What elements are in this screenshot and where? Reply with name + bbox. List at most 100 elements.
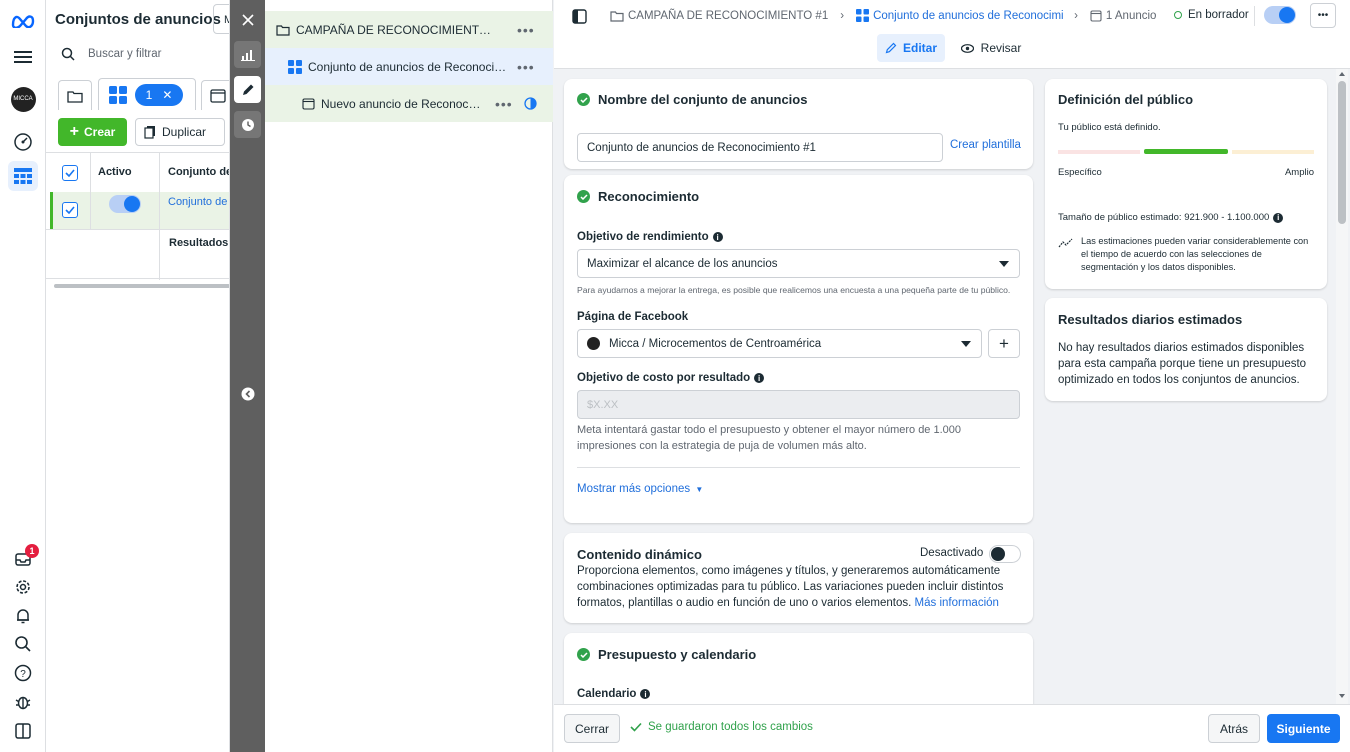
menu-icon[interactable] <box>8 42 38 72</box>
performance-goal-select[interactable]: Maximizar el alcance de los anuncios <box>577 249 1020 278</box>
tree-item-adset[interactable]: Conjunto de anuncios de Reconocimie... •… <box>265 48 553 85</box>
folder-icon <box>610 10 624 22</box>
panel-toggle-icon[interactable] <box>8 716 38 746</box>
editor-topbar: CAMPAÑA DE RECONOCIMIENTO #1 › Conjunto … <box>554 0 1350 69</box>
folder-icon <box>276 24 290 36</box>
duplicate-button[interactable]: Duplicar <box>135 118 225 146</box>
row-active-toggle[interactable] <box>109 195 141 213</box>
edit-mode-button[interactable]: Editar <box>877 34 945 62</box>
duplicate-icon <box>144 126 155 139</box>
svg-text:?: ? <box>20 669 26 680</box>
survey-note: Para ayudarnos a mejorar la entrega, es … <box>577 285 1011 295</box>
row-adset-name[interactable]: Conjunto de <box>168 196 227 208</box>
cost-goal-note: Meta intentará gastar todo el presupuest… <box>577 424 962 452</box>
tree-item-ad[interactable]: Nuevo anuncio de Reconocim... ••• <box>265 85 553 122</box>
adset-name-title: Nombre del conjunto de anuncios <box>598 92 808 107</box>
cost-goal-text: Objetivo de costo por resultado <box>577 372 751 384</box>
edit-pencil-icon[interactable] <box>234 76 261 103</box>
table-row[interactable]: Conjunto de <box>50 192 229 229</box>
card-title: Reconocimiento <box>577 189 699 204</box>
audience-subtitle: Tu público está definido. <box>1058 122 1161 133</box>
account-avatar[interactable]: MICCA <box>8 84 38 114</box>
gauge-icon[interactable] <box>8 127 38 157</box>
info-icon[interactable]: i <box>712 232 723 242</box>
adset-name-input[interactable]: Conjunto de anuncios de Reconocimiento #… <box>577 133 943 162</box>
structure-tree: CAMPAÑA DE RECONOCIMIENTO #1 ••• Conjunt… <box>265 0 553 752</box>
close-button[interactable]: Cerrar <box>564 714 620 743</box>
bell-icon[interactable] <box>8 601 38 631</box>
meta-logo-icon[interactable] <box>8 6 38 36</box>
daily-results-card: Resultados diarios estimados No hay resu… <box>1045 298 1327 401</box>
budget-title: Presupuesto y calendario <box>598 647 757 662</box>
gear-icon[interactable] <box>8 572 38 602</box>
search-input[interactable]: Buscar y filtrar <box>88 48 162 60</box>
row-checkbox[interactable] <box>62 202 78 218</box>
avatar-text: MICCA <box>10 86 36 112</box>
close-editor-icon[interactable] <box>234 6 261 33</box>
card-title: Presupuesto y calendario <box>577 647 756 662</box>
ads-manager-table-icon[interactable] <box>8 161 38 191</box>
back-button[interactable]: Atrás <box>1208 714 1260 743</box>
view-selector[interactable]: M <box>213 4 229 34</box>
sidebar-toggle-icon[interactable] <box>571 8 587 24</box>
show-more-options-link[interactable]: Mostrar más opciones ▼ <box>577 483 703 495</box>
create-template-link[interactable]: Crear plantilla <box>950 139 1021 151</box>
draft-status-icon <box>524 97 537 110</box>
adset-grid-icon <box>856 9 870 22</box>
breadcrumb-ad[interactable]: 1 Anuncio <box>1106 10 1157 22</box>
search-bar[interactable]: Buscar y filtrar <box>46 40 229 68</box>
meter-broad-label: Amplio <box>1284 167 1314 178</box>
tree-campaign-label: CAMPAÑA DE RECONOCIMIENTO #1 <box>296 22 496 37</box>
create-label: Crear <box>83 125 116 139</box>
estimated-audience-size: Tamaño de público estimado: 921.900 - 1.… <box>1058 212 1284 223</box>
add-page-button[interactable]: + <box>988 329 1020 358</box>
selected-filter-chip[interactable]: 1 ✕ <box>135 83 183 106</box>
notifications-inbox-icon[interactable]: 1 <box>8 543 39 573</box>
horizontal-scrollbar[interactable] <box>54 284 229 288</box>
vertical-scrollbar[interactable] <box>1336 69 1348 704</box>
info-icon[interactable]: i <box>754 373 765 383</box>
create-button[interactable]: + Crear <box>58 118 127 146</box>
adset-grid-icon <box>109 85 127 104</box>
tab-campaigns[interactable] <box>58 80 92 110</box>
tree-item-campaign[interactable]: CAMPAÑA DE RECONOCIMIENTO #1 ••• <box>265 11 553 48</box>
audience-meter <box>1058 149 1314 155</box>
scrollbar-thumb[interactable] <box>1338 81 1346 224</box>
adset-active-toggle[interactable] <box>1264 6 1296 24</box>
chart-icon[interactable] <box>234 41 261 68</box>
more-options-button[interactable]: ••• <box>1310 3 1336 28</box>
cost-goal-input[interactable]: $X.XX <box>577 390 1020 419</box>
search-icon <box>61 47 75 61</box>
info-icon[interactable]: i <box>640 689 651 699</box>
scroll-down-icon[interactable] <box>1339 694 1345 698</box>
tab-adsets[interactable]: 1 ✕ <box>98 78 196 110</box>
next-button[interactable]: Siguiente <box>1267 714 1340 743</box>
more-options-icon[interactable]: ••• <box>517 59 535 75</box>
review-mode-button[interactable]: Revisar <box>957 34 1025 62</box>
facebook-page-select[interactable]: Micca / Microcementos de Centroamérica <box>577 329 982 358</box>
info-icon[interactable]: i <box>1273 212 1284 223</box>
breadcrumb-campaign[interactable]: CAMPAÑA DE RECONOCIMIENTO #1 <box>628 10 828 22</box>
status-badge: En borrador <box>1174 9 1249 21</box>
tab-ads[interactable] <box>201 80 229 110</box>
collapse-panel-icon[interactable] <box>234 380 261 407</box>
search-icon[interactable] <box>8 629 38 659</box>
breadcrumb-adset[interactable]: Conjunto de anuncios de Reconocimie <box>873 10 1064 22</box>
more-options-icon[interactable]: ••• <box>495 96 513 112</box>
editor-scroll-area: Nombre del conjunto de anuncios Conjunto… <box>554 69 1350 704</box>
audience-definition-card: Definición del público Tu público está d… <box>1045 79 1327 289</box>
chevron-down-icon <box>999 261 1009 267</box>
help-icon[interactable]: ? <box>8 658 38 688</box>
results-label: Resultados <box>169 237 229 249</box>
bug-icon[interactable] <box>8 687 38 717</box>
more-info-link[interactable]: Más información <box>915 597 999 609</box>
estimate-note: Las estimaciones pueden variar considera… <box>1081 236 1309 272</box>
dynamic-content-toggle[interactable] <box>989 545 1021 563</box>
show-more-options-text: Mostrar más opciones <box>577 483 691 495</box>
clear-selection-icon[interactable]: ✕ <box>162 88 172 102</box>
select-all-checkbox[interactable] <box>62 165 78 181</box>
scroll-up-icon[interactable] <box>1339 72 1345 76</box>
save-status-text: Se guardaron todos los cambios <box>648 721 813 733</box>
more-options-icon[interactable]: ••• <box>517 22 535 38</box>
history-clock-icon[interactable] <box>234 111 261 138</box>
